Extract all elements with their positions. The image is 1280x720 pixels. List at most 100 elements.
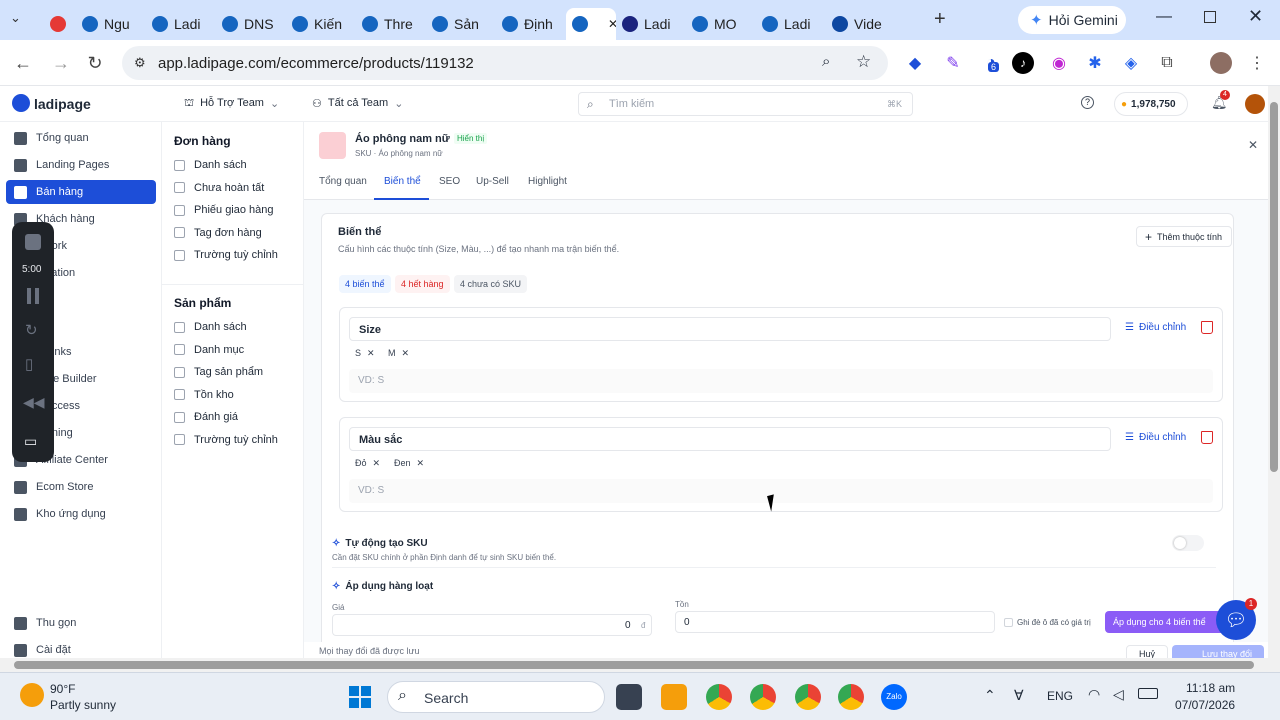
extension-ladi-icon[interactable]: ◆ [904,52,926,74]
product-tab[interactable]: Up-Sell [476,176,509,187]
browser-menu-icon[interactable]: ⋮ [1246,52,1268,74]
attribute-name-input[interactable]: Màu sắc [349,427,1111,451]
horizontal-scrollbar[interactable] [0,658,1280,672]
adjust-button[interactable]: ☰ Điều chỉnh [1125,322,1186,333]
value-input[interactable]: VD: S [349,479,1213,503]
rewind-icon[interactable]: ◀◀ [23,394,45,411]
subnav-item[interactable]: Danh sách [174,321,247,333]
close-panel-icon[interactable]: ✕ [1248,138,1258,152]
trash-icon[interactable]: ▯ [25,355,33,373]
extension-ladi2-icon[interactable]: ◈ [1120,52,1142,74]
weather-temp[interactable]: 90°F [50,682,75,696]
bookmark-star-icon[interactable]: ☆ [856,52,871,72]
remove-tag-icon[interactable]: ✕ [417,458,425,469]
vertical-scrollbar[interactable] [1268,86,1280,658]
chrome-profile-icon[interactable] [750,684,776,710]
browser-tab[interactable]: MO [686,8,756,40]
new-tab-icon[interactable]: + [934,8,946,31]
clock-date[interactable]: 07/07/2026 [1175,698,1235,712]
browser-tab[interactable]: Ladi [756,8,826,40]
product-tab[interactable]: SEO [439,176,460,187]
product-tab[interactable]: Biến thể [384,176,421,187]
auto-sku-toggle[interactable] [1172,535,1204,551]
forward-icon[interactable]: → [50,52,72,74]
all-team-selector[interactable]: ⚇ Tất cả Team ⌄ [312,97,403,110]
restore-icon[interactable] [1204,11,1216,23]
sidebar-item[interactable]: Ecom Store [6,475,156,499]
browser-tab[interactable] [44,8,76,40]
extensions-puzzle-icon[interactable]: ⧉ [1156,52,1178,74]
extension-pen-icon[interactable]: ✎ [942,52,964,74]
browser-tab[interactable]: Định [496,8,566,40]
taskbar-search[interactable]: ⌕ Search [387,681,605,713]
weather-icon[interactable] [20,683,44,707]
subnav-item[interactable]: Phiếu giao hàng [174,204,274,216]
clock-time[interactable]: 11:18 am [1186,681,1235,695]
close-window-icon[interactable]: ✕ [1248,6,1263,27]
url-text[interactable]: app.ladipage.com/ecommerce/products/1191… [158,55,474,72]
attribute-name-input[interactable]: Size [349,317,1111,341]
sidebar-item[interactable]: Tổng quan [6,126,156,150]
address-bar[interactable]: ⚙ app.ladipage.com/ecommerce/products/11… [122,46,888,80]
vertical-scroll-thumb[interactable] [1270,102,1278,472]
product-tab[interactable]: Highlight [528,176,567,187]
product-tab[interactable]: Tổng quan [319,176,367,187]
tab-search-chevron-icon[interactable]: ⌄ [10,10,21,26]
trash-icon[interactable] [1201,321,1213,334]
overwrite-checkbox[interactable] [1004,618,1013,627]
extension-signal-icon[interactable]: ◔ 6 [980,52,1002,74]
stock-input[interactable]: 0 [675,611,995,633]
subnav-item[interactable]: Danh sách [174,159,247,171]
gemini-button[interactable]: ✦ Hỏi Gemini [1018,6,1126,34]
browser-tab[interactable]: Sản [426,8,496,40]
language-indicator[interactable]: ENG [1047,689,1073,703]
browser-tab[interactable]: Ladi [146,8,216,40]
price-input[interactable]: 0 đ [332,614,652,636]
file-explorer-icon[interactable] [661,684,687,710]
remove-tag-icon[interactable]: ✕ [367,348,375,359]
tray-chevron-icon[interactable]: ⌃ [984,687,996,704]
extension-gear-icon[interactable]: ✱ [1084,52,1106,74]
subnav-item[interactable]: Chưa hoàn tất [174,182,264,194]
sidebar-item[interactable]: Kho ứng dụng [6,502,156,526]
back-icon[interactable]: ← [12,52,34,74]
browser-tab[interactable]: Kiến [286,8,356,40]
help-icon[interactable]: ? [1081,96,1094,109]
browser-tab[interactable]: Ngu [76,8,146,40]
horizontal-scroll-thumb[interactable] [14,661,1254,669]
remove-tag-icon[interactable]: ✕ [373,458,381,469]
zoom-icon[interactable]: ⌕ [822,53,830,70]
pause-icon[interactable] [27,288,39,304]
value-input[interactable]: VD: S [349,369,1213,393]
sidebar-item[interactable]: Bán hàng [6,180,156,204]
subnav-item[interactable]: Tag đơn hàng [174,227,262,239]
minimize-icon[interactable]: — [1156,8,1172,26]
browser-tab[interactable]: ✕ [566,8,616,40]
subnav-item[interactable]: Tồn kho [174,389,234,401]
vpn-icon[interactable]: ∀ [1014,687,1024,704]
subnav-item[interactable]: Danh mục [174,344,244,356]
subnav-item[interactable]: Tag sản phẩm [174,366,263,378]
browser-tab[interactable]: Vide [826,8,896,40]
apply-bulk-button[interactable]: Áp dụng cho 4 biến thể [1105,611,1233,633]
windows-start-icon[interactable] [349,686,371,708]
user-avatar[interactable] [1245,94,1265,114]
volume-icon[interactable]: ◁ [1113,686,1124,703]
reload-icon[interactable]: ↻ [84,52,106,74]
profile-avatar[interactable] [1210,52,1232,74]
subnav-item[interactable]: Trường tuỳ chỉnh [174,249,278,261]
sidebar-item[interactable]: Landing Pages [6,153,156,177]
add-attribute-button[interactable]: + Thêm thuộc tính [1136,226,1232,247]
zalo-icon[interactable]: Zalo [881,684,907,710]
adjust-button[interactable]: ☰ Điều chỉnh [1125,432,1186,443]
chrome-profile-2-icon[interactable] [795,684,821,710]
subnav-item[interactable]: Đánh giá [174,411,238,423]
app-search-input[interactable]: ⌕ Tìm kiếm ⌘K [578,92,913,116]
close-tab-icon[interactable]: ✕ [608,17,616,31]
subnav-item[interactable]: Trường tuỳ chỉnh [174,434,278,446]
browser-tab[interactable]: Ladi [616,8,686,40]
collapse-button[interactable]: Thu gọn [6,611,156,635]
remove-tag-icon[interactable]: ✕ [402,348,410,359]
extension-camera-icon[interactable]: ◉ [1048,52,1070,74]
restart-icon[interactable]: ↻ [25,321,38,339]
